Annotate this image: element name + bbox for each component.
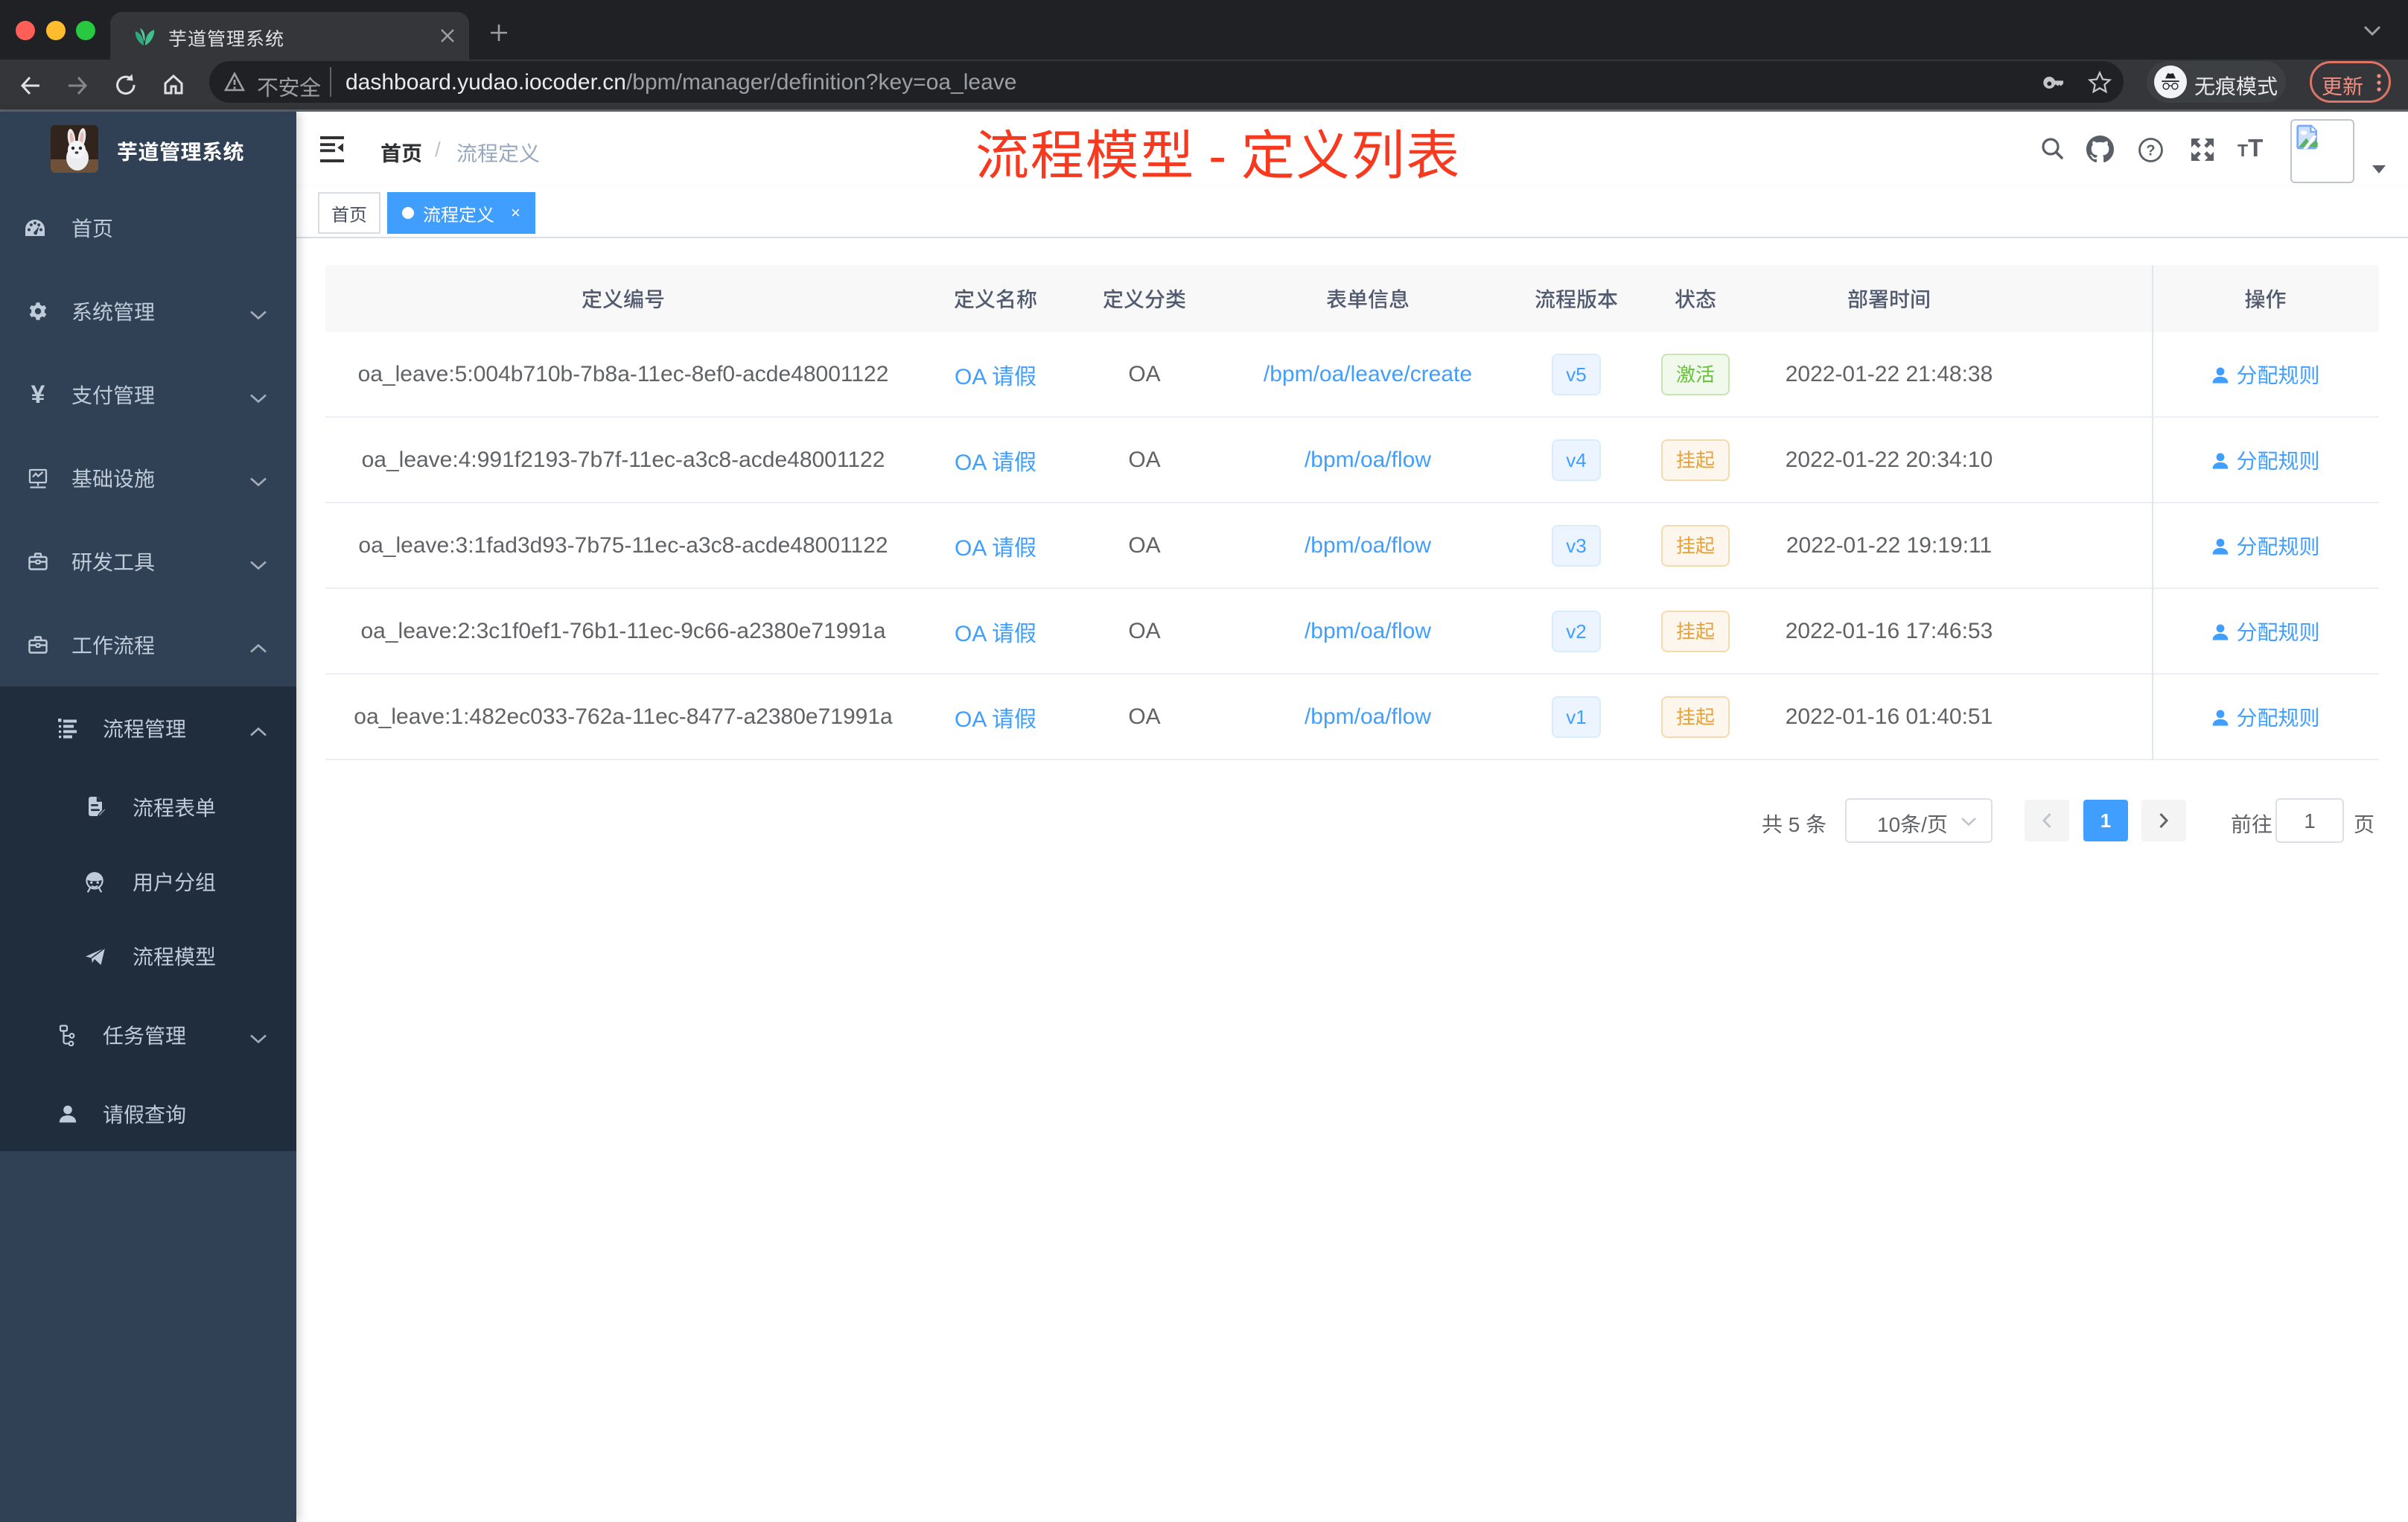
- svg-text:?: ?: [2146, 143, 2155, 159]
